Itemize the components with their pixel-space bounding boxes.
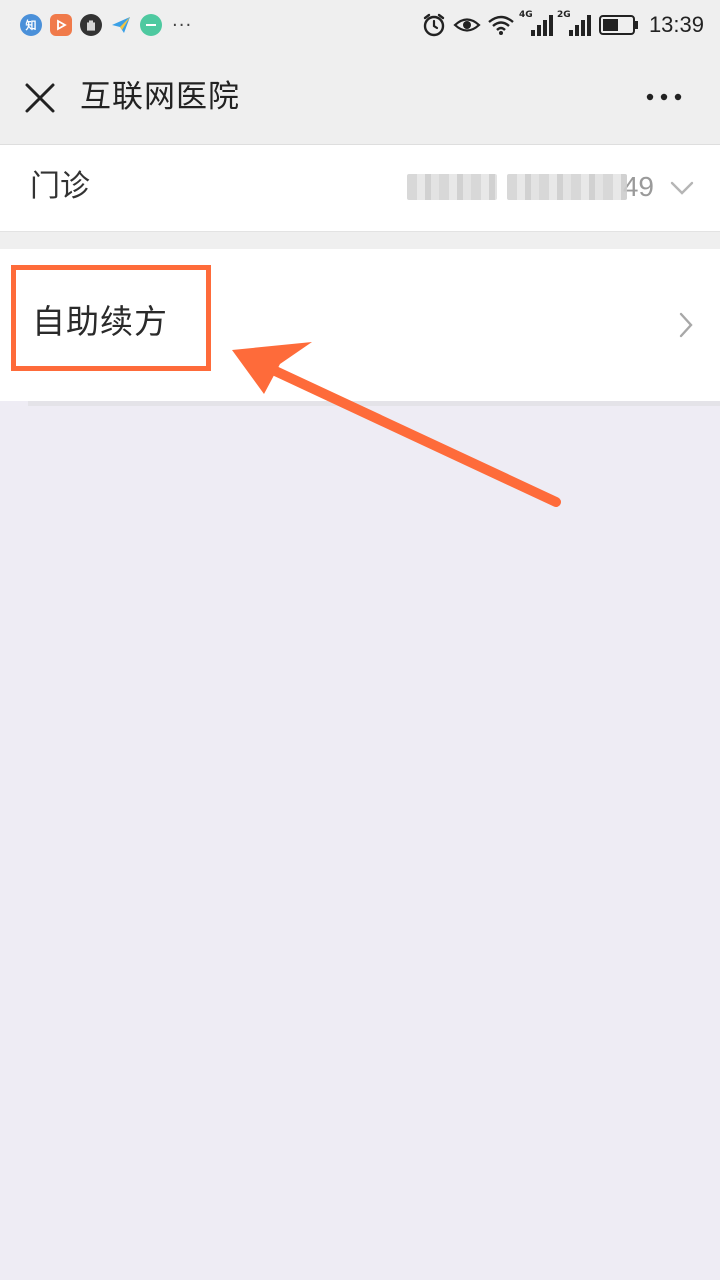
clinic-label: 门诊: [30, 169, 90, 204]
more-dots-icon: [646, 93, 682, 101]
screen: 知 ··· 4G 2G 13:39 互联网医院 门诊 49 自助续方: [0, 0, 720, 1280]
zhihu-app-icon: 知: [20, 14, 42, 36]
battery-icon: [598, 15, 638, 35]
redacted-text: [506, 174, 627, 200]
plane-app-icon: [110, 14, 132, 36]
signal-4g-icon: 4G: [519, 10, 553, 38]
clock-time: 13:39: [648, 12, 704, 37]
system-status: 4G 2G 13:39: [421, 10, 704, 40]
section-divider: [0, 232, 720, 249]
refill-label: 自助续方: [32, 302, 168, 341]
close-icon: [25, 83, 55, 113]
chevron-right-icon: [679, 312, 693, 338]
status-bar: 知 ··· 4G 2G 13:39: [0, 0, 720, 50]
clinic-value-suffix: 49: [622, 171, 654, 202]
more-notifications-icon: ···: [172, 14, 193, 36]
page-title: 互联网医院: [80, 79, 240, 115]
signal-2g-icon: 2G: [557, 10, 591, 38]
more-options-button[interactable]: [644, 82, 684, 112]
close-button[interactable]: [22, 80, 58, 116]
alarm-icon: [423, 13, 445, 37]
self-service-refill-row[interactable]: 自助续方: [0, 249, 720, 401]
video-app-icon: [50, 14, 72, 36]
eye-comfort-icon: [453, 18, 481, 32]
notification-icons: 知 ···: [20, 13, 192, 37]
redacted-text: [406, 174, 497, 200]
clinic-value: 49: [406, 167, 654, 207]
clinic-selector-row[interactable]: 门诊 49: [0, 145, 720, 232]
navigation-bar: 互联网医院: [0, 50, 720, 145]
hand-app-icon: [80, 14, 102, 36]
green-app-icon: [140, 14, 162, 36]
row-bottom-border: [28, 401, 720, 406]
chevron-down-icon[interactable]: [670, 178, 694, 198]
wifi-icon: [488, 15, 514, 35]
